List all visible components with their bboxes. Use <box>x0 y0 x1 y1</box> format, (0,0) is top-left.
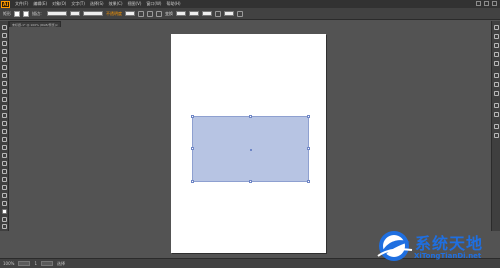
watermark-url: XiTongTianDi.net <box>414 252 482 260</box>
transparency-panel-icon[interactable] <box>494 91 499 96</box>
minimize-icon[interactable] <box>476 1 481 6</box>
rotate-tool-icon[interactable] <box>2 113 7 118</box>
color-panel-icon[interactable] <box>494 25 499 30</box>
stroke-swatch[interactable] <box>23 10 29 17</box>
artboard-number[interactable]: 1 <box>34 261 37 266</box>
stroke-panel-icon[interactable] <box>494 73 499 78</box>
mesh-tool-icon[interactable] <box>2 161 7 166</box>
gradient-panel-icon[interactable] <box>494 82 499 87</box>
eyedropper-tool-icon[interactable] <box>2 177 7 182</box>
eraser-tool-icon[interactable] <box>2 105 7 110</box>
paintbrush-tool-icon[interactable] <box>2 81 7 86</box>
illustrator-window: Ai 文件(F) 编辑(E) 对象(O) 文字(T) 选择(S) 效果(C) 视… <box>0 0 500 268</box>
type-tool-icon[interactable] <box>2 57 7 62</box>
width-tool-icon[interactable] <box>2 129 7 134</box>
brush-definition-field[interactable] <box>83 11 103 16</box>
pen-tool-icon[interactable] <box>2 49 7 54</box>
menu-view[interactable]: 视图(V) <box>128 1 142 7</box>
stroke-weight-field[interactable] <box>47 11 67 16</box>
blob-brush-tool-icon[interactable] <box>2 97 7 102</box>
height-field[interactable] <box>224 11 234 16</box>
resize-handle-bottom-left[interactable] <box>191 180 194 183</box>
fill-color-icon[interactable] <box>2 209 7 214</box>
graphic-styles-panel-icon[interactable] <box>494 112 499 117</box>
resize-handle-top-right[interactable] <box>307 115 310 118</box>
site-watermark: 系统天地 XiTongTianDi.net <box>372 224 496 268</box>
color-guide-panel-icon[interactable] <box>494 34 499 39</box>
screen-mode-icon[interactable] <box>2 224 7 229</box>
align-icon[interactable] <box>156 10 162 17</box>
drawing-mode-icon[interactable] <box>2 217 7 222</box>
control-bar: 矩形 描边： 不透明度 变换 <box>0 8 500 20</box>
selection-type-label: 矩形 <box>3 10 11 16</box>
scale-tool-icon[interactable] <box>2 121 7 126</box>
line-tool-icon[interactable] <box>2 65 7 70</box>
resize-handle-bottom[interactable] <box>249 180 252 183</box>
artboard-navigator[interactable] <box>40 261 53 266</box>
resize-handle-right[interactable] <box>307 147 310 150</box>
selected-rectangle[interactable] <box>191 115 310 183</box>
direct-selection-tool-icon[interactable] <box>2 33 7 38</box>
shape-builder-tool-icon[interactable] <box>2 145 7 150</box>
menu-edit[interactable]: 编辑(E) <box>33 1 47 7</box>
menu-bar: Ai 文件(F) 编辑(E) 对象(O) 文字(T) 选择(S) 效果(C) 视… <box>0 0 500 8</box>
blend-tool-icon[interactable] <box>2 185 7 190</box>
opacity-field[interactable] <box>125 11 135 16</box>
x-field[interactable] <box>176 11 186 16</box>
watermark-title: 系统天地 <box>415 234 484 253</box>
fill-swatch[interactable] <box>14 10 20 17</box>
menu-file[interactable]: 文件(F) <box>15 1 28 7</box>
zoom-dropdown[interactable] <box>18 261 31 266</box>
brushes-panel-icon[interactable] <box>494 52 499 57</box>
appearance-panel-icon[interactable] <box>494 103 499 108</box>
app-logo: Ai <box>1 0 10 8</box>
status-text: 选择 <box>56 260 65 266</box>
window-controls <box>476 1 497 6</box>
width-field[interactable] <box>202 11 212 16</box>
maximize-icon[interactable] <box>484 1 489 6</box>
perspective-grid-tool-icon[interactable] <box>2 153 7 158</box>
tools-panel <box>0 21 9 231</box>
menu-effect[interactable]: 效果(C) <box>109 1 123 7</box>
resize-handle-top[interactable] <box>249 115 252 118</box>
watermark-logo-icon <box>377 231 413 261</box>
swatches-panel-icon[interactable] <box>494 43 499 48</box>
stroke-label: 描边： <box>32 10 44 16</box>
pencil-tool-icon[interactable] <box>2 89 7 94</box>
magic-wand-tool-icon[interactable] <box>2 41 7 46</box>
symbol-sprayer-tool-icon[interactable] <box>2 193 7 198</box>
y-field[interactable] <box>189 11 199 16</box>
document-tab[interactable]: 未标题-1* @ 100% (RGB/预览) × <box>9 21 61 27</box>
artboard[interactable] <box>171 34 326 253</box>
rectangle-tool-icon[interactable] <box>2 73 7 78</box>
panel-dock <box>491 21 500 231</box>
resize-handle-bottom-right[interactable] <box>307 180 310 183</box>
document-tab-title: 未标题-1* @ 100% (RGB/预览) <box>12 23 56 27</box>
opacity-link[interactable]: 不透明度 <box>106 11 122 17</box>
transform-label[interactable]: 变换 <box>165 11 173 17</box>
free-transform-tool-icon[interactable] <box>2 137 7 142</box>
selection-tool-icon[interactable] <box>2 25 7 30</box>
gradient-tool-icon[interactable] <box>2 169 7 174</box>
layers-panel-icon[interactable] <box>494 124 499 129</box>
variable-width-field[interactable] <box>70 11 80 16</box>
menu-select[interactable]: 选择(S) <box>90 1 104 7</box>
menu-type[interactable]: 文字(T) <box>71 1 85 7</box>
close-tab-icon[interactable]: × <box>55 23 58 27</box>
center-point <box>250 149 252 151</box>
close-icon[interactable] <box>492 1 497 6</box>
menu-help[interactable]: 帮助(H) <box>166 1 180 7</box>
artboards-panel-icon[interactable] <box>494 133 499 138</box>
recolor-icon[interactable] <box>147 10 153 17</box>
graph-tool-icon[interactable] <box>2 201 7 206</box>
style-icon[interactable] <box>138 10 144 17</box>
menu-object[interactable]: 对象(O) <box>52 1 66 7</box>
zoom-level[interactable]: 100% <box>3 261 14 266</box>
menu-icon[interactable] <box>237 10 243 17</box>
menu-window[interactable]: 窗口(W) <box>146 1 161 7</box>
symbols-panel-icon[interactable] <box>494 61 499 66</box>
constrain-icon[interactable] <box>215 10 221 17</box>
resize-handle-top-left[interactable] <box>191 115 194 118</box>
resize-handle-left[interactable] <box>191 147 194 150</box>
